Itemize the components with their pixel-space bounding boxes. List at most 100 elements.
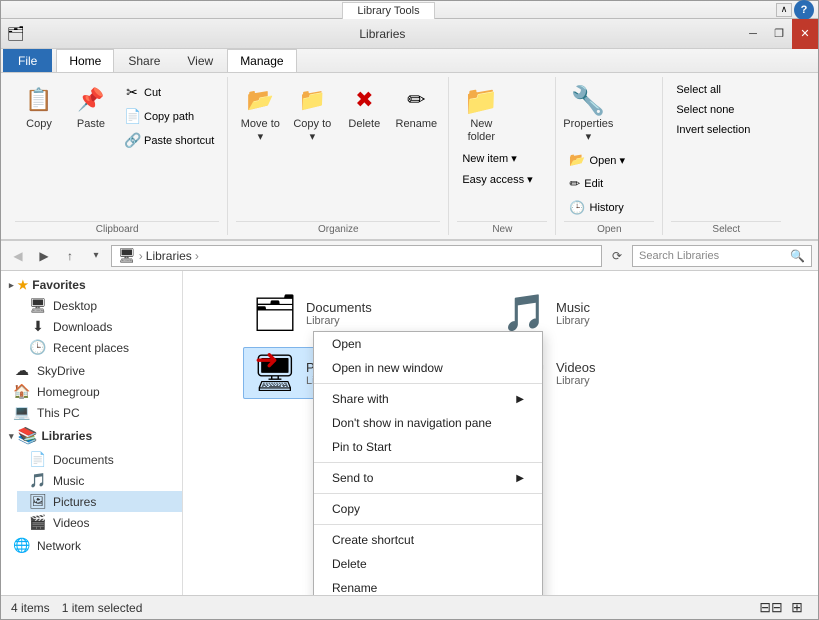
sidebar-libraries-header[interactable]: ▾ 📚 Libraries (1, 423, 182, 449)
large-icons-view-btn[interactable]: ⊞ (786, 599, 808, 617)
copy-icon: 📋 (23, 84, 55, 116)
sidebar-item-skydrive[interactable]: ☁ SkyDrive (1, 360, 182, 381)
sidebar-recent-label: Recent places (53, 341, 129, 355)
select-none-button[interactable]: Select none (671, 101, 781, 119)
close-btn[interactable]: ✕ (792, 19, 818, 49)
invert-selection-button[interactable]: Invert selection (671, 121, 781, 139)
restore-btn[interactable]: ❐ (766, 19, 792, 49)
edit-button[interactable]: ✏ Edit (564, 173, 654, 195)
easy-access-button[interactable]: Easy access ▾ (457, 170, 547, 189)
statusbar-view-controls: ⊟⊟ ⊞ (760, 599, 808, 617)
sidebar-downloads-label: Downloads (53, 320, 112, 334)
cm-create-shortcut[interactable]: Create shortcut (314, 528, 542, 552)
music-lib-type: Library (556, 315, 590, 327)
tab-file[interactable]: File (3, 49, 52, 72)
select-all-button[interactable]: Select all (671, 81, 781, 99)
sidebar-item-music[interactable]: 🎵 Music (17, 470, 182, 491)
delete-icon: ✖ (348, 84, 380, 116)
cm-share-arrow-icon: ▶ (516, 394, 524, 405)
select-content: Select all Select none Invert selection (671, 79, 781, 219)
ribbon-group-organize: 📂 Move to ▾ 📁 Copy to ▾ ✖ Delete ✏ Renam… (228, 77, 449, 235)
new-folder-button[interactable]: 📁 New folder (457, 81, 505, 147)
cm-open[interactable]: Open (314, 332, 542, 356)
copy-path-button[interactable]: 📄 Copy path (119, 105, 219, 128)
up-btn[interactable]: ↑ (59, 245, 81, 267)
new-item-button[interactable]: New item ▾ (457, 149, 547, 168)
documents-icon: 📄 (29, 451, 47, 468)
breadcrumb[interactable]: 🖥 › Libraries › (111, 245, 602, 267)
copy-to-label: Copy to ▾ (291, 118, 333, 144)
sidebar-item-videos[interactable]: 🎬 Videos (17, 512, 182, 533)
libraries-label: Libraries (41, 429, 92, 443)
sidebar-item-homegroup[interactable]: 🏠 Homegroup (1, 381, 182, 402)
back-btn[interactable]: ◀ (7, 245, 29, 267)
cm-pin-start[interactable]: Pin to Start (314, 435, 542, 459)
breadcrumb-libraries[interactable]: Libraries (146, 249, 192, 263)
cm-copy[interactable]: Copy (314, 497, 542, 521)
open-content: 🔧 Properties ▾ 📂 Open ▾ ✏ Edit 🕒 (564, 79, 654, 219)
cm-pin-start-label: Pin to Start (332, 440, 391, 454)
history-icon: 🕒 (569, 200, 585, 216)
paste-button[interactable]: 📌 Paste (67, 81, 115, 141)
cm-delete[interactable]: Delete (314, 552, 542, 576)
sidebar-item-downloads[interactable]: ⬇ Downloads (17, 316, 182, 337)
cm-share-with-label: Share with (332, 392, 389, 406)
tab-manage[interactable]: Manage (227, 49, 296, 72)
tab-view[interactable]: View (174, 49, 226, 72)
cm-share-with[interactable]: Share with ▶ (314, 387, 542, 411)
copy-button[interactable]: 📋 Copy (15, 81, 63, 141)
sidebar-item-network[interactable]: 🌐 Network (1, 535, 182, 556)
tab-home[interactable]: Home (56, 49, 114, 72)
details-view-btn[interactable]: ⊟⊟ (760, 599, 782, 617)
sidebar-item-documents[interactable]: 📄 Documents (17, 449, 182, 470)
cm-dont-show[interactable]: Don't show in navigation pane (314, 411, 542, 435)
sidebar-desktop-label: Desktop (53, 299, 97, 313)
breadcrumb-sep-2: › (195, 249, 199, 263)
sidebar-item-pictures[interactable]: 🖼 Pictures (17, 491, 182, 512)
rename-button[interactable]: ✏ Rename (392, 81, 440, 141)
music-lib-icon: 🎵 (502, 292, 546, 334)
cut-label: Cut (144, 87, 161, 99)
search-placeholder: Search Libraries (639, 250, 719, 262)
move-to-button[interactable]: 📂 Move to ▾ (236, 81, 284, 147)
new-folder-icon: 📁 (465, 84, 497, 116)
open-button[interactable]: 📂 Open ▾ (564, 149, 654, 171)
sidebar-item-desktop[interactable]: 🖥 Desktop (17, 295, 182, 316)
paste-shortcut-button[interactable]: 🔗 Paste shortcut (119, 129, 219, 152)
new-item-label: New item ▾ (462, 152, 516, 165)
forward-btn[interactable]: ▶ (33, 245, 55, 267)
cm-rename[interactable]: Rename (314, 576, 542, 595)
videos-lib-info: Videos Library (556, 360, 596, 387)
cm-send-to[interactable]: Send to ▶ (314, 466, 542, 490)
copy-label: Copy (26, 118, 52, 131)
minimize-btn[interactable]: ─ (740, 19, 766, 49)
tab-share[interactable]: Share (115, 49, 173, 72)
ribbon-group-open: 🔧 Properties ▾ 📂 Open ▾ ✏ Edit 🕒 (556, 77, 663, 235)
refresh-btn[interactable]: ⟳ (606, 245, 628, 267)
open-group-label: Open (564, 221, 654, 235)
delete-button[interactable]: ✖ Delete (340, 81, 388, 141)
recent-locations-btn[interactable]: ▾ (85, 245, 107, 267)
select-group-label: Select (671, 221, 781, 235)
cm-sep-3 (314, 493, 542, 494)
copy-to-button[interactable]: 📁 Copy to ▾ (288, 81, 336, 147)
move-to-icon: 📂 (244, 84, 276, 116)
copy-path-label: Copy path (144, 111, 194, 123)
search-box[interactable]: Search Libraries 🔍 (632, 245, 812, 267)
downloads-icon: ⬇ (29, 318, 47, 335)
sidebar-favorites-header[interactable]: ▸ ★ Favorites (1, 275, 182, 295)
window-title: Libraries (25, 27, 740, 41)
history-button[interactable]: 🕒 History (564, 197, 654, 219)
edit-icon: ✏ (569, 176, 580, 192)
help-btn[interactable]: ? (794, 0, 814, 20)
titlebar-controls: ─ ❐ ✕ (740, 19, 818, 49)
collapse-ribbon-btn[interactable]: ∧ (776, 3, 792, 17)
sidebar-item-thispc[interactable]: 💻 This PC (1, 402, 182, 423)
cm-copy-label: Copy (332, 502, 360, 516)
properties-button[interactable]: 🔧 Properties ▾ (564, 81, 612, 147)
ribbon: 📋 Copy 📌 Paste ✂ Cut 📄 (1, 73, 818, 241)
cut-button[interactable]: ✂ Cut (119, 81, 219, 104)
sidebar-item-recent[interactable]: 🕒 Recent places (17, 337, 182, 358)
cm-open-new-window[interactable]: Open in new window (314, 356, 542, 380)
videos-lib-type: Library (556, 375, 596, 387)
